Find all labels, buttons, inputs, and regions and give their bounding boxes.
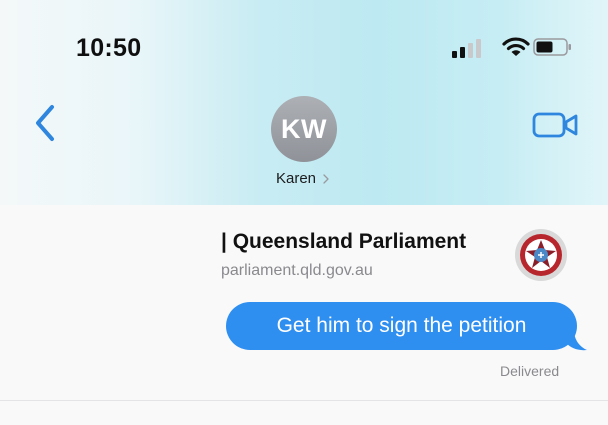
contact-name: Karen [276,170,317,187]
contact-initials: KW [281,113,327,144]
message-bubble[interactable]: Get him to sign the petition [226,302,577,350]
video-camera-icon[interactable] [532,112,578,138]
delivery-status: Delivered [500,363,560,379]
message-text: Get him to sign the petition [276,314,527,337]
cellular-signal-icon [452,39,481,58]
contact-name-button[interactable]: Karen [276,170,366,187]
divider [0,400,608,401]
contact-avatar[interactable]: KW [271,96,337,162]
battery-icon [533,38,571,56]
wifi-icon [502,37,530,56]
parliament-crest-icon [515,229,567,281]
status-time: 10:50 [76,34,142,62]
bubble-tail [566,330,587,351]
link-preview-title[interactable]: | Queensland Parliament [221,230,466,254]
chevron-right-icon [323,174,329,184]
chevron-left-icon[interactable] [34,104,56,142]
link-preview-url[interactable]: parliament.qld.gov.au [221,262,373,280]
